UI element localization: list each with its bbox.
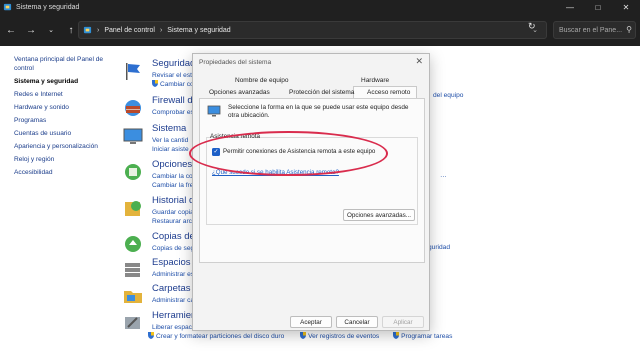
- tab-system-protection[interactable]: Protección del sistema: [289, 89, 354, 96]
- category-links: Revisar el esta Cambiar con: [152, 71, 197, 89]
- category-link[interactable]: Cambiar la fre: [152, 181, 193, 190]
- control-panel-window: Sistema y seguridad — □ ✕ ← → ⌄ ↑ › Pane…: [0, 0, 640, 360]
- system-properties-dialog: Propiedades del sistema ✕ Nombre de equi…: [192, 53, 430, 331]
- sidebar-item-appearance[interactable]: Apariencia y personalización: [14, 142, 114, 151]
- control-panel-small-icon: [83, 26, 92, 33]
- tab-advanced[interactable]: Opciones avanzadas: [209, 89, 270, 96]
- storage-icon: [125, 263, 140, 277]
- category-links: Administrar ca: [152, 296, 194, 305]
- category-link[interactable]: Liberar espaci: [152, 323, 193, 332]
- category-links: Liberar espaci: [152, 323, 193, 332]
- category-title[interactable]: Sistema: [152, 123, 186, 134]
- sidebar-item-programs[interactable]: Programas: [14, 116, 114, 125]
- forward-arrow-icon[interactable]: →: [22, 21, 40, 39]
- firewall-icon: [125, 100, 141, 116]
- ok-button[interactable]: Aceptar: [290, 316, 332, 328]
- history-icon: [125, 201, 141, 216]
- sidebar-item-hardware[interactable]: Hardware y sonido: [14, 103, 114, 112]
- category-link[interactable]: Cambiar la co: [152, 172, 193, 181]
- tab-computer-name[interactable]: Nombre de equipo: [235, 77, 288, 84]
- sidebar-item-clock[interactable]: Reloj y región: [14, 155, 114, 164]
- flag-icon: [126, 63, 140, 80]
- power-icon: [125, 164, 141, 180]
- category-link[interactable]: Ver la cantid: [152, 136, 189, 145]
- recent-chevron-icon[interactable]: ⌄: [42, 21, 60, 39]
- sidebar-item-accounts[interactable]: Cuentas de usuario: [14, 129, 114, 138]
- category-link[interactable]: Administrar es: [152, 270, 194, 279]
- breadcrumb-item[interactable]: Panel de control: [104, 27, 155, 34]
- dialog-close-icon[interactable]: ✕: [415, 56, 423, 67]
- refresh-icon[interactable]: ↻: [528, 21, 536, 32]
- uac-shield-icon: [148, 332, 154, 339]
- category-links: Administrar es: [152, 270, 194, 279]
- category-right-link[interactable]: …: [440, 172, 447, 179]
- search-icon[interactable]: ⚲: [626, 25, 632, 34]
- category-links: Guardar copias Restaurar arc: [152, 208, 197, 226]
- tab-hardware[interactable]: Hardware: [361, 77, 389, 84]
- event-log-link[interactable]: Ver registros de eventos: [308, 333, 379, 340]
- maximize-button[interactable]: □: [584, 0, 612, 14]
- category-link[interactable]: Copias de segu: [152, 244, 198, 253]
- category-right-link[interactable]: guridad: [428, 244, 450, 251]
- category-link[interactable]: Iniciar asiste: [152, 145, 189, 154]
- dialog-title: Propiedades del sistema: [199, 59, 272, 66]
- partition-link[interactable]: Crear y formatear particiones del disco …: [156, 333, 284, 340]
- category-link[interactable]: Administrar ca: [152, 296, 194, 305]
- breadcrumb-separator-icon: ›: [159, 26, 163, 34]
- checkbox-label[interactable]: Permitir conexiones de Asistencia remota…: [223, 148, 375, 155]
- category-links: Comprobar est: [152, 108, 196, 117]
- category-link[interactable]: Restaurar arc: [152, 217, 197, 226]
- breadcrumb-item[interactable]: Sistema y seguridad: [167, 27, 230, 34]
- navigation-bar: ← → ⌄ ↑ › Panel de control › Sistema y s…: [0, 14, 640, 46]
- address-bar[interactable]: › Panel de control › Sistema y seguridad…: [78, 21, 547, 39]
- apply-button[interactable]: Aplicar: [382, 316, 424, 328]
- category-link[interactable]: Revisar el esta: [152, 71, 197, 80]
- remote-computer-icon: [207, 105, 221, 117]
- tools-icon: [125, 317, 140, 329]
- search-placeholder: Buscar en el Pane...: [559, 26, 623, 34]
- sidebar-item-network[interactable]: Redes e Internet: [14, 90, 114, 99]
- tab-panel-remote: Seleccione la forma en la que se puede u…: [199, 98, 425, 263]
- backup-icon: [125, 236, 141, 252]
- bottom-link-row: Crear y formatear particiones del disco …: [148, 332, 452, 340]
- close-button[interactable]: ✕: [612, 0, 640, 14]
- category-links: Ver la cantid Iniciar asiste: [152, 136, 189, 154]
- sidebar: Ventana principal del Panel de control S…: [0, 46, 118, 360]
- back-arrow-icon[interactable]: ←: [2, 21, 20, 39]
- computer-icon: [123, 128, 143, 144]
- category-links: Copias de segu: [152, 244, 198, 253]
- uac-shield-icon: [393, 332, 400, 339]
- folder-icon: [124, 291, 142, 303]
- schedule-tasks-link[interactable]: Programar tareas: [401, 333, 452, 340]
- sidebar-item-accessibility[interactable]: Accesibilidad: [14, 168, 114, 177]
- remote-help-link[interactable]: ¿Qué sucede si se habilita Asistencia re…: [212, 169, 339, 176]
- category-link[interactable]: Guardar copias: [152, 208, 197, 217]
- uac-shield-icon: [152, 80, 158, 87]
- control-panel-icon: [3, 3, 12, 10]
- advanced-options-button[interactable]: Opciones avanzadas...: [343, 209, 415, 221]
- sidebar-item-home[interactable]: Ventana principal del Panel de control: [14, 55, 114, 73]
- category-link[interactable]: Cambiar con: [152, 80, 197, 89]
- cancel-button[interactable]: Cancelar: [336, 316, 378, 328]
- remote-description: Seleccione la forma en la que se puede u…: [228, 104, 409, 119]
- breadcrumb-separator-icon: ›: [97, 26, 100, 34]
- allow-remote-assistance-checkbox[interactable]: ✓: [212, 148, 220, 156]
- minimize-button[interactable]: —: [556, 0, 584, 14]
- tab-remote-access[interactable]: Acceso remoto: [367, 89, 410, 96]
- title-bar: Sistema y seguridad — □ ✕: [0, 0, 640, 14]
- window-title: Sistema y seguridad: [16, 3, 80, 11]
- group-label: Asistencia remota: [210, 133, 261, 140]
- window-controls: — □ ✕: [556, 0, 640, 14]
- uac-shield-icon: [300, 332, 307, 339]
- category-link[interactable]: Comprobar est: [152, 108, 196, 117]
- search-input[interactable]: Buscar en el Pane... ⚲: [553, 21, 636, 39]
- category-links: Cambiar la co Cambiar la fre: [152, 172, 193, 190]
- sidebar-item-system-security[interactable]: Sistema y seguridad: [14, 77, 114, 86]
